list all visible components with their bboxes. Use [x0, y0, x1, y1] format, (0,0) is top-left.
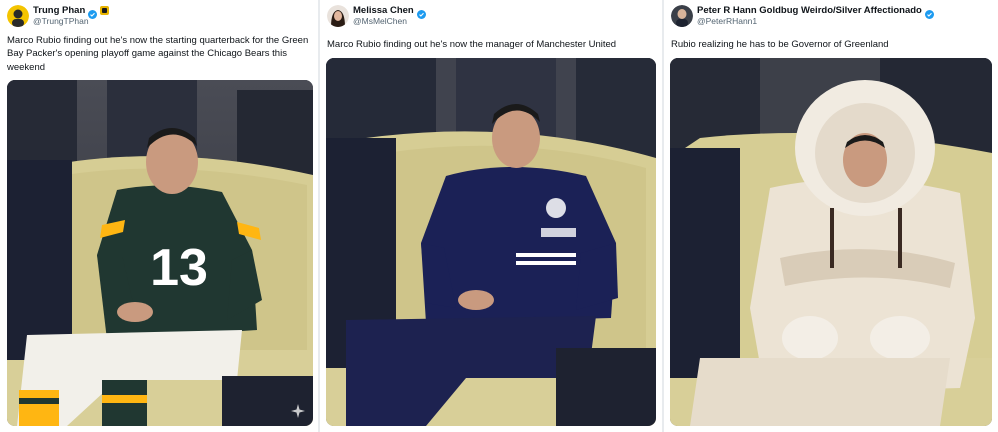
tweet-image-greenland[interactable]: [670, 58, 992, 426]
tweet-header: Peter R Hann Goldbug Weirdo/Silver Affec…: [671, 5, 992, 29]
author-handle[interactable]: @TrungTPhan: [33, 16, 89, 27]
affiliate-badge-icon: [100, 6, 110, 15]
sparkle-icon: [291, 404, 305, 418]
tweet-image-packers[interactable]: 13: [7, 80, 313, 426]
tweet-header: Trung Phan @TrungTPhan: [7, 5, 312, 29]
verified-badge-icon: [924, 6, 934, 19]
tweet-text: Marco Rubio finding out he's now the man…: [327, 39, 617, 50]
author-name[interactable]: Peter R Hann Goldbug Weirdo/Silver Affec…: [697, 5, 922, 16]
author-name[interactable]: Melissa Chen: [353, 5, 414, 16]
meme-tweet-collage: Trung Phan @TrungTPhan Marco Rubio findi…: [0, 0, 998, 432]
tweet-text: Rubio realizing he has to be Governor of…: [671, 39, 889, 50]
tweet-card-trung-phan[interactable]: Trung Phan @TrungTPhan Marco Rubio findi…: [0, 0, 318, 432]
author-name[interactable]: Trung Phan: [33, 5, 85, 16]
tweet-card-melissa-chen[interactable]: Melissa Chen @MsMelChen Marco Rubio find…: [320, 0, 662, 432]
tweet-header: Melissa Chen @MsMelChen: [327, 5, 656, 29]
verified-badge-icon: [88, 6, 98, 19]
verified-badge-icon: [416, 6, 426, 19]
tweet-image-manchester[interactable]: [326, 58, 656, 426]
author-handle[interactable]: @PeterRHann1: [697, 16, 757, 27]
avatar[interactable]: [327, 5, 349, 27]
avatar[interactable]: [671, 5, 693, 27]
tweet-text: Marco Rubio finding out he's now the sta…: [7, 35, 309, 73]
avatar[interactable]: [7, 5, 29, 27]
author-handle[interactable]: @MsMelChen: [353, 16, 407, 27]
tweet-card-peter-r-hann[interactable]: Peter R Hann Goldbug Weirdo/Silver Affec…: [664, 0, 998, 432]
jersey-number: 13: [150, 239, 208, 297]
